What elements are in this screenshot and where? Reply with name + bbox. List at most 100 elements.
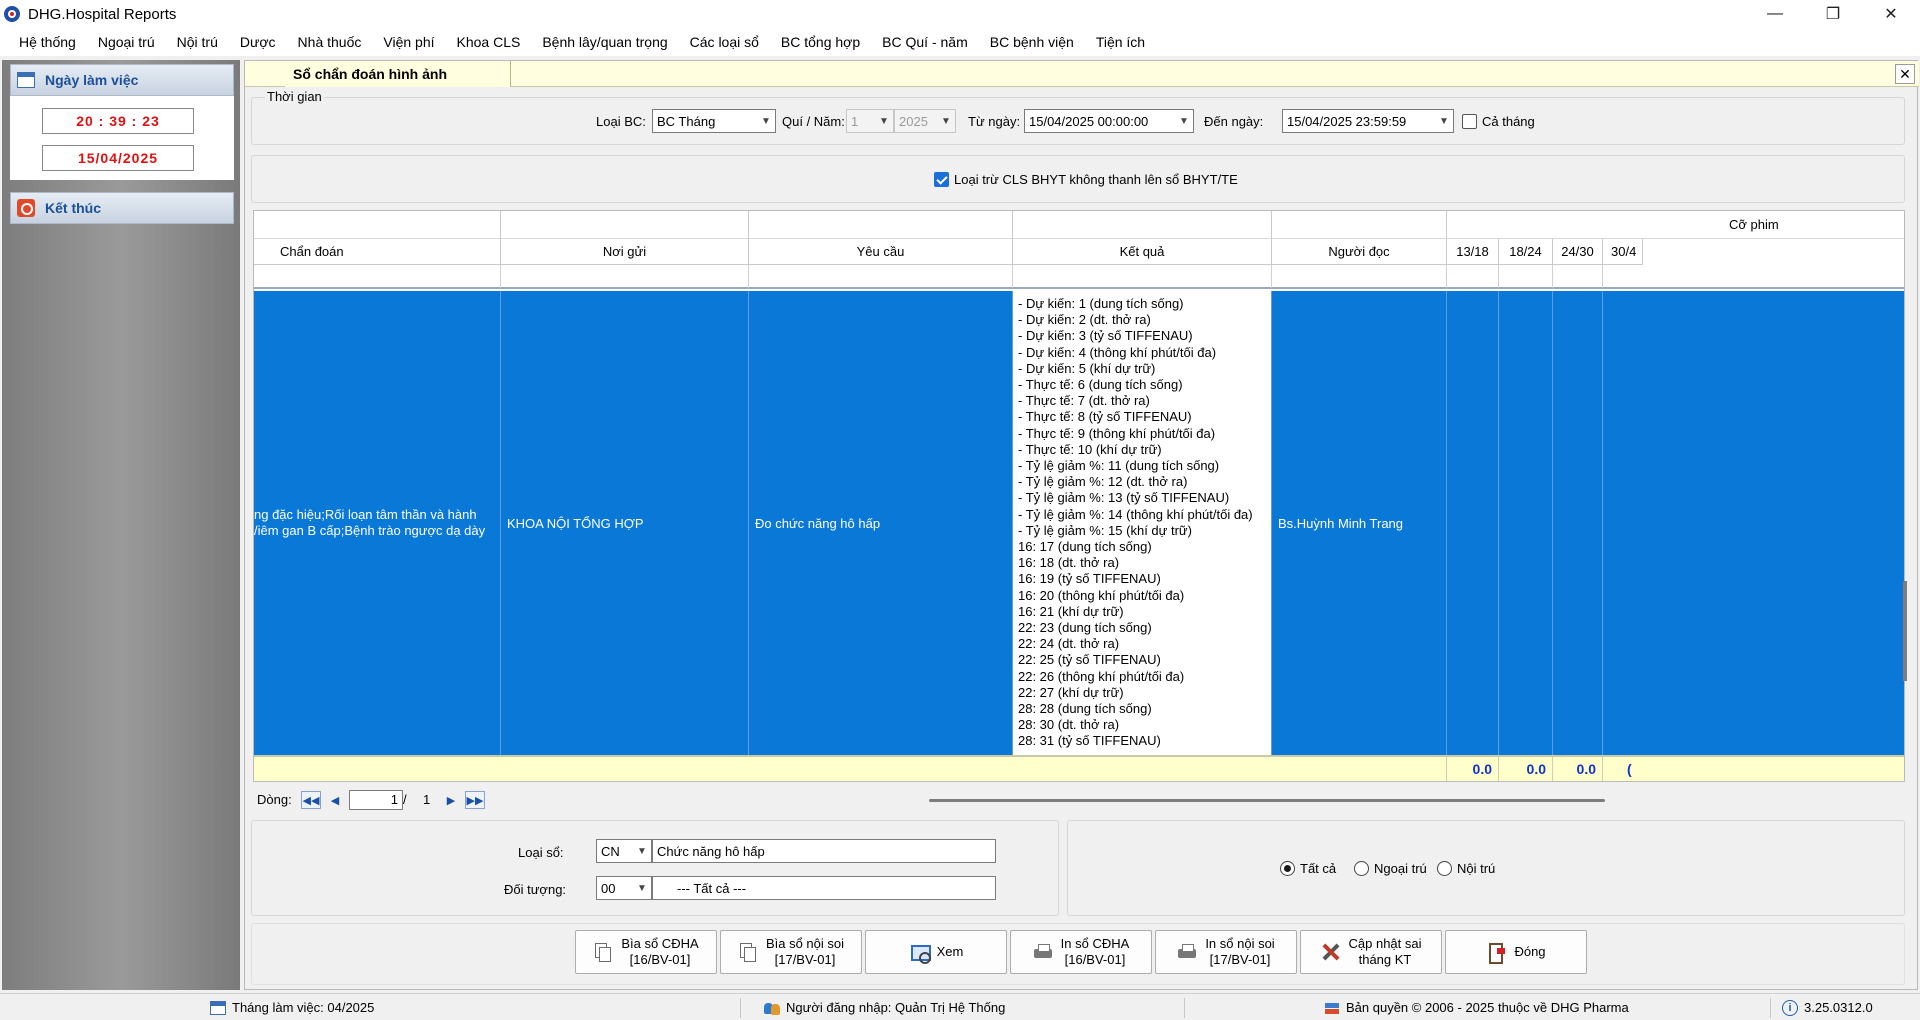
current-page-input[interactable]: 1: [349, 790, 403, 810]
doi-tuong-select[interactable]: 00 ▼: [596, 876, 652, 900]
filter-cell[interactable]: [254, 265, 501, 289]
filter-cell[interactable]: [749, 265, 1013, 289]
horizontal-scrollbar[interactable]: [929, 799, 1605, 802]
chevron-down-icon: ▼: [637, 845, 647, 857]
menu-bc-benh-vien[interactable]: BC bệnh viện: [979, 28, 1085, 56]
chevron-down-icon: ▼: [879, 115, 889, 127]
working-day-header[interactable]: Ngày làm việc: [10, 64, 234, 96]
col-yeu-cau[interactable]: Yêu cầu: [749, 239, 1013, 265]
col-24-30[interactable]: 24/30: [1553, 239, 1603, 265]
minimize-button[interactable]: —: [1746, 0, 1804, 28]
ca-thang-label: Cả tháng: [1482, 114, 1535, 129]
clock-time: 20 : 39 : 23: [42, 108, 194, 134]
ket-qua-line: 16: 20 (thông khí phút/tối đa): [1018, 587, 1185, 603]
cell-30-4[interactable]: [1603, 291, 1904, 755]
menu-vien-phi[interactable]: Viện phí: [372, 28, 445, 56]
cell-13-18[interactable]: [1447, 291, 1499, 755]
next-record-icon[interactable]: ▶: [441, 791, 461, 809]
cell-yeu-cau[interactable]: Đo chức năng hô hấp: [749, 291, 1013, 755]
print-icon: [1033, 942, 1053, 962]
ca-thang-checkbox[interactable]: [1462, 114, 1477, 129]
print-icon: [1177, 942, 1197, 962]
col-chan-doan[interactable]: Chẩn đoán: [254, 239, 501, 265]
menu-benh-lay[interactable]: Bệnh lây/quan trọng: [531, 28, 678, 56]
ket-qua-line: - Tỷ lệ giảm %: 12 (dt. thở ra): [1018, 474, 1188, 490]
col-nguoi-doc[interactable]: Người đọc: [1272, 239, 1447, 265]
total-30-4: (: [1603, 755, 1904, 781]
chevron-down-icon: ▼: [941, 115, 951, 127]
cell-noi-gui[interactable]: KHOA NỘI TỔNG HỢP: [501, 291, 749, 755]
close-window-button[interactable]: ✕: [1862, 0, 1920, 28]
menu-duoc[interactable]: Dược: [229, 28, 287, 56]
filter-cell[interactable]: [1447, 265, 1499, 289]
exit-icon: [17, 199, 35, 217]
first-record-icon[interactable]: ◀◀: [301, 791, 321, 809]
exit-button[interactable]: Kết thúc: [10, 192, 234, 224]
loai-so-select[interactable]: CN ▼: [596, 839, 652, 863]
cell-ket-qua[interactable]: - Dự kiến: 1 (dung tích sống) - Dự kiến: …: [1013, 291, 1272, 755]
xem-button[interactable]: Xem: [865, 930, 1007, 974]
tab-so-chan-doan-hinh-anh[interactable]: Sổ chẩn đoán hình ảnh: [285, 61, 511, 87]
doi-tuong-name-field[interactable]: --- Tất cả ---: [652, 876, 996, 900]
menu-bc-qui-nam[interactable]: BC Quí - năm: [871, 28, 979, 56]
loai-so-name-field[interactable]: Chức năng hô hấp: [652, 839, 996, 863]
col-30-4[interactable]: 30/4: [1603, 239, 1643, 265]
last-record-icon[interactable]: ▶▶: [465, 791, 485, 809]
total-13-18: 0.0: [1447, 755, 1499, 781]
col-18-24[interactable]: 18/24: [1499, 239, 1553, 265]
menu-noi-tru[interactable]: Nội trú: [166, 28, 229, 56]
ket-qua-line: 22: 24 (dt. thở ra): [1018, 636, 1120, 652]
cell-18-24[interactable]: [1499, 291, 1553, 755]
vertical-scrollbar[interactable]: [1903, 581, 1907, 681]
menu-nha-thuoc[interactable]: Nhà thuốc: [287, 28, 373, 56]
in-so-cdha-button[interactable]: In sổ CĐHA [16/BV-01]: [1010, 930, 1152, 974]
tu-ngay-value: 15/04/2025 00:00:00: [1029, 113, 1149, 129]
status-divider: [1770, 998, 1771, 1018]
status-bar: Tháng làm việc: 04/2025 Người đăng nhập:…: [0, 993, 1920, 1020]
menu-ngoai-tru[interactable]: Ngoại trú: [87, 28, 166, 56]
col-13-18[interactable]: 13/18: [1447, 239, 1499, 265]
prev-record-icon[interactable]: ◀: [325, 791, 345, 809]
tab-close-button[interactable]: ✕: [1895, 64, 1915, 84]
radio-tat-ca[interactable]: [1280, 861, 1295, 876]
filter-cell[interactable]: [1603, 265, 1904, 289]
filter-cell[interactable]: [1553, 265, 1603, 289]
bia-so-cdha-button[interactable]: Bìa sổ CĐHA [16/BV-01]: [575, 930, 717, 974]
menu-cac-loai-so[interactable]: Các loại sổ: [679, 28, 770, 56]
loai-bc-select[interactable]: BC Tháng ▼: [652, 109, 776, 133]
radio-ngoai-tru[interactable]: [1354, 861, 1369, 876]
ket-qua-line: - Thực tế: 9 (thông khí phút/tối đa): [1018, 425, 1216, 441]
cell-24-30[interactable]: [1553, 291, 1603, 755]
col-noi-gui[interactable]: Nơi gửi: [501, 239, 749, 265]
menu-khoa-cls[interactable]: Khoa CLS: [446, 28, 532, 56]
filter-cell[interactable]: [501, 265, 749, 289]
in-so-noi-soi-button[interactable]: In sổ nội soi [17/BV-01]: [1155, 930, 1297, 974]
nam-select[interactable]: 2025 ▼: [894, 109, 956, 133]
doi-tuong-name: --- Tất cả ---: [677, 880, 747, 896]
page-total: 1: [423, 792, 431, 807]
quy-select[interactable]: 1 ▼: [846, 109, 894, 133]
exclude-cls-checkbox[interactable]: [934, 172, 949, 187]
filter-cell[interactable]: [1013, 265, 1272, 289]
menu-tien-ich[interactable]: Tiện ích: [1085, 28, 1156, 56]
filter-cell[interactable]: [1499, 265, 1553, 289]
cell-chan-doan[interactable]: ng đặc hiệu;Rối loạn tâm thần và hành /i…: [254, 291, 501, 755]
col-ket-qua[interactable]: Kết quả: [1013, 239, 1272, 265]
ket-qua-line: 16: 19 (tỷ số TIFFENAU): [1018, 571, 1161, 587]
menu-he-thong[interactable]: Hệ thống: [8, 28, 87, 56]
ket-qua-line: - Dự kiến: 4 (thông khí phút/tối đa): [1018, 344, 1217, 360]
ket-qua-line: 28: 30 (dt. thở ra): [1018, 717, 1120, 733]
chevron-down-icon: ▼: [637, 882, 647, 894]
menu-bc-tong-hop[interactable]: BC tổng hợp: [770, 28, 871, 56]
den-ngay-picker[interactable]: 15/04/2025 23:59:59 ▼: [1282, 109, 1454, 133]
cell-nguoi-doc[interactable]: Bs.Huỳnh Minh Trang: [1272, 291, 1447, 755]
restore-button[interactable]: ❐: [1804, 0, 1862, 28]
cap-nhat-sai-thang-button[interactable]: Cập nhật sai tháng KT: [1300, 930, 1442, 974]
loai-so-name: Chức năng hô hấp: [657, 843, 765, 859]
radio-noi-tru[interactable]: [1437, 861, 1452, 876]
bia-so-noi-soi-button[interactable]: Bìa sổ nội soi [17/BV-01]: [720, 930, 862, 974]
filter-cell[interactable]: [1272, 265, 1447, 289]
dong-button[interactable]: Đóng: [1445, 930, 1587, 974]
tu-ngay-picker[interactable]: 15/04/2025 00:00:00 ▼: [1024, 109, 1194, 133]
row-navigator: Dòng: ◀◀ ◀ 1 / 1 ▶ ▶▶: [253, 788, 1905, 812]
